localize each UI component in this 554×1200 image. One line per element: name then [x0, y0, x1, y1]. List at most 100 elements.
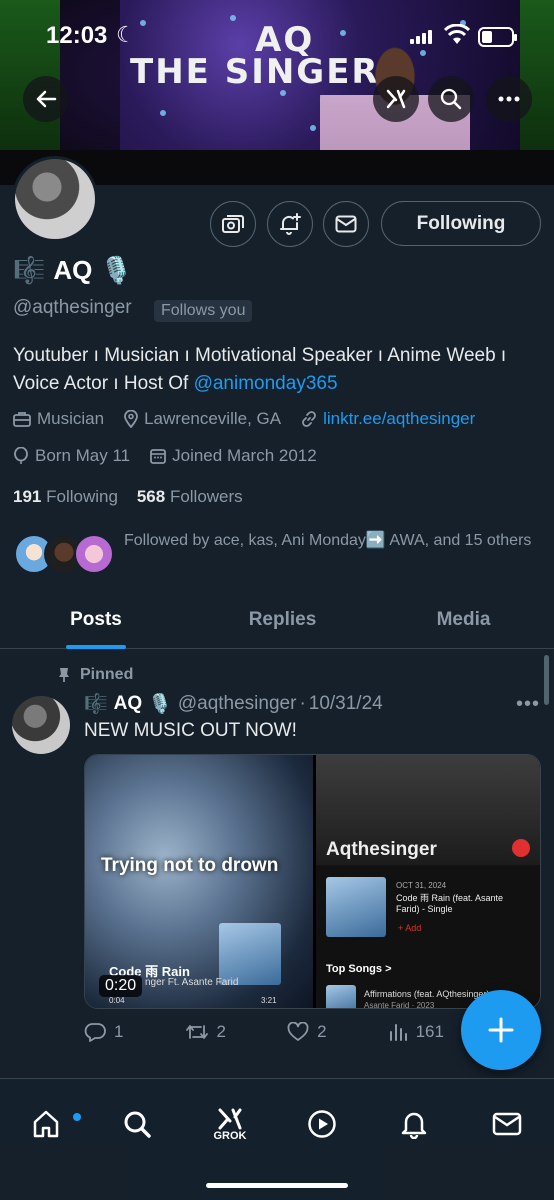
home-indicator[interactable] — [206, 1183, 348, 1188]
cellular-signal-icon — [410, 30, 432, 44]
follow-counts: 191 Following 568 Followers — [13, 487, 243, 507]
profile-bio: Youtuber ı Musician ı Motivational Speak… — [13, 342, 543, 398]
profile-name: 🎼 AQ 🎙️ — [13, 255, 133, 286]
post-author-name[interactable]: AQ — [114, 693, 143, 715]
repost-count: 2 — [216, 1022, 226, 1041]
video-thumbnail[interactable]: Trying not to drown Code 雨 Rain nger Ft.… — [85, 755, 313, 1008]
music-note-emoji-icon: 🎼 — [84, 694, 108, 715]
post-text: NEW MUSIC OUT NOW! — [84, 720, 297, 741]
profile-handle: @aqthesinger — [13, 297, 132, 318]
music-artist-name: Aqthesinger — [326, 839, 437, 860]
pinned-text: Pinned — [80, 666, 134, 683]
post-separator: · — [299, 693, 306, 714]
notification-dot — [73, 1113, 81, 1121]
nav-grok[interactable]: GROK — [205, 1099, 255, 1149]
home-icon — [33, 1110, 59, 1138]
notifications-bell-button[interactable] — [267, 201, 313, 247]
status-time: 12:03 — [46, 22, 108, 49]
tab-replies[interactable]: Replies — [192, 592, 373, 648]
reply-count: 1 — [114, 1022, 124, 1041]
calendar-icon — [150, 449, 167, 464]
video-timer: 0:20 — [99, 975, 143, 997]
post-author-handle[interactable]: @aqthesinger — [178, 693, 297, 715]
nav-video[interactable] — [297, 1099, 347, 1149]
play-red-icon — [512, 839, 530, 857]
grok-button[interactable] — [373, 76, 419, 122]
bell-plus-icon — [280, 213, 301, 235]
like-action[interactable]: 2 — [287, 1022, 327, 1042]
bottom-nav: GROK — [0, 1079, 554, 1200]
tab-posts[interactable]: Posts — [0, 592, 192, 648]
envelope-icon — [492, 1112, 522, 1136]
release-date: OCT 31, 2024 — [396, 881, 447, 890]
profile-tabs: Posts Replies Media — [0, 592, 554, 649]
subscribe-button[interactable] — [210, 201, 256, 247]
status-bar: 12:03 ☾ — [0, 0, 554, 70]
battery-icon — [478, 27, 517, 47]
reply-action[interactable]: 1 — [84, 1022, 123, 1042]
top-song-title: Affirmations (feat. AQthesinger) — [364, 989, 490, 999]
grok-icon — [386, 89, 406, 109]
nav-notifications[interactable] — [389, 1099, 439, 1149]
grok-label: GROK — [213, 1130, 247, 1142]
release-title: Code 雨 Rain (feat. Asante Farid) - Singl… — [396, 893, 504, 914]
nav-messages[interactable] — [482, 1099, 532, 1149]
view-count: 161 — [415, 1022, 444, 1041]
link-icon — [302, 411, 317, 427]
profile-meta-row-2: Born May 11 Joined March 2012 — [13, 446, 317, 466]
views-action[interactable]: 161 — [388, 1022, 444, 1042]
post-header: 🎼 AQ 🎙️ @aqthesinger · 10/31/24 — [84, 692, 383, 716]
profile-display-name: AQ — [53, 255, 93, 285]
progress-start: 0:04 — [109, 996, 125, 1005]
bio-mention-link[interactable]: @animonday365 — [194, 373, 338, 394]
video-caption: Trying not to drown — [101, 855, 279, 876]
single-cover — [326, 877, 386, 937]
scrollbar[interactable] — [544, 655, 549, 705]
profile-birthday: Born May 11 — [35, 446, 131, 465]
profile-category: Musician — [37, 409, 105, 428]
followers-count-link[interactable]: 568 Followers — [137, 487, 243, 506]
post-more-icon[interactable]: ••• — [516, 693, 540, 716]
music-card-thumbnail[interactable]: Aqthesinger OCT 31, 2024 Code 雨 Rain (fe… — [316, 755, 540, 1008]
plus-icon — [488, 1017, 514, 1043]
bar-chart-icon — [389, 1024, 407, 1041]
post-media[interactable]: Trying not to drown Code 雨 Rain nger Ft.… — [84, 754, 541, 1009]
video-song-artist: nger Ft. Asante Farid — [145, 977, 239, 988]
followers-label: Followers — [169, 487, 243, 506]
top-song-cover — [326, 985, 356, 1008]
nav-home[interactable] — [21, 1099, 81, 1149]
following-button[interactable]: Following — [381, 201, 541, 246]
profile-joined-date: Joined March 2012 — [172, 446, 317, 465]
following-label: Following — [46, 487, 118, 506]
compose-post-button[interactable] — [461, 990, 541, 1070]
profile-avatar[interactable] — [12, 156, 98, 242]
follower-avatar[interactable] — [74, 534, 114, 574]
like-count: 2 — [317, 1022, 327, 1041]
nav-search[interactable] — [112, 1099, 162, 1149]
back-button[interactable] — [23, 76, 69, 122]
followed-by-text[interactable]: Followed by ace, kas, Ani Monday➡️ AWA, … — [124, 528, 534, 554]
play-circle-icon — [308, 1110, 336, 1138]
add-button: + Add — [398, 923, 422, 933]
reply-icon — [84, 1023, 106, 1042]
tab-media[interactable]: Media — [373, 592, 554, 648]
post-author-avatar[interactable] — [12, 696, 70, 754]
album-cover — [219, 923, 281, 985]
followers-count: 568 — [136, 487, 166, 506]
envelope-icon — [335, 215, 357, 233]
wifi-icon — [444, 24, 470, 44]
search-icon — [440, 88, 462, 110]
profile-website-link[interactable]: linktr.ee/aqthesinger — [323, 409, 475, 429]
search-button[interactable] — [428, 76, 474, 122]
pinned-label: Pinned — [58, 666, 133, 684]
post-date[interactable]: 10/31/24 — [309, 693, 383, 715]
more-options-button[interactable] — [486, 76, 532, 122]
following-count-link[interactable]: 191 Following — [13, 487, 118, 506]
arrow-left-icon — [36, 90, 57, 108]
repost-action[interactable]: 2 — [185, 1022, 226, 1042]
message-button[interactable] — [323, 201, 369, 247]
following-count: 191 — [13, 487, 42, 506]
bell-icon — [401, 1112, 427, 1139]
follows-you-badge: Follows you — [154, 300, 253, 322]
profile-location: Lawrenceville, GA — [144, 409, 282, 428]
